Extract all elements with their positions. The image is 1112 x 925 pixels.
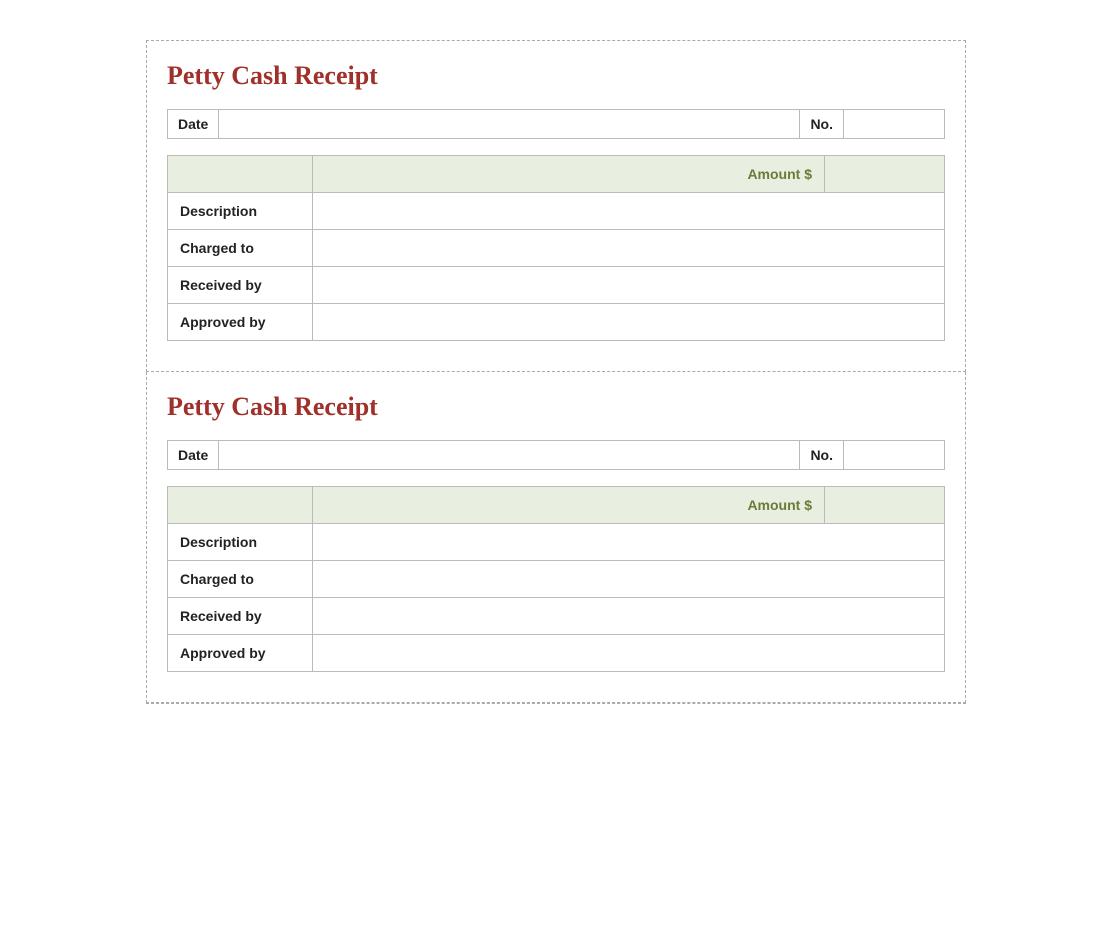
receipt-2-title: Petty Cash Receipt — [167, 392, 945, 422]
receipt-2-row-received: Received by — [168, 598, 945, 635]
receipt-1-date-row: Date No. — [167, 109, 945, 139]
receipt-2-approved-label: Approved by — [168, 635, 313, 672]
receipt-1-no-input[interactable] — [844, 111, 944, 138]
receipt-2-date-row: Date No. — [167, 440, 945, 470]
receipt-2-amount-header: Amount $ — [313, 487, 825, 524]
receipt-2-charged-label: Charged to — [168, 561, 313, 598]
receipt-2-description-label: Description — [168, 524, 313, 561]
receipt-1-row-description: Description — [168, 193, 945, 230]
receipt-1-approved-label: Approved by — [168, 304, 313, 341]
receipt-2-no-label: No. — [799, 441, 844, 469]
receipt-1-date-input[interactable] — [219, 111, 799, 138]
page-container: Petty Cash Receipt Date No. Amount $ Des… — [20, 20, 1092, 905]
receipt-1: Petty Cash Receipt Date No. Amount $ Des… — [146, 40, 966, 372]
receipt-1-approved-value — [313, 304, 945, 341]
receipt-1-description-label: Description — [168, 193, 313, 230]
receipt-2-date-label: Date — [168, 441, 219, 469]
receipt-1-received-value — [313, 267, 945, 304]
receipt-1-description-value — [313, 193, 945, 230]
receipt-1-date-label: Date — [168, 110, 219, 138]
receipt-2-description-value — [313, 524, 945, 561]
receipt-1-row-charged: Charged to — [168, 230, 945, 267]
receipt-1-amount-header: Amount $ — [313, 156, 825, 193]
receipt-1-row-approved: Approved by — [168, 304, 945, 341]
receipt-1-charged-value — [313, 230, 945, 267]
receipt-2-received-value — [313, 598, 945, 635]
receipt-1-charged-label: Charged to — [168, 230, 313, 267]
receipt-2-row-charged: Charged to — [168, 561, 945, 598]
receipt-1-header-left — [168, 156, 313, 193]
receipt-1-title: Petty Cash Receipt — [167, 61, 945, 91]
receipt-1-received-label: Received by — [168, 267, 313, 304]
bottom-divider — [146, 703, 966, 704]
receipt-2-received-label: Received by — [168, 598, 313, 635]
receipt-1-table: Amount $ Description Charged to Received… — [167, 155, 945, 341]
receipt-2-charged-value — [313, 561, 945, 598]
receipt-1-header-right — [825, 156, 945, 193]
receipt-2-row-approved: Approved by — [168, 635, 945, 672]
receipt-2-table: Amount $ Description Charged to Received… — [167, 486, 945, 672]
receipt-2-approved-value — [313, 635, 945, 672]
receipt-1-row-received: Received by — [168, 267, 945, 304]
receipt-2-header-left — [168, 487, 313, 524]
receipt-2: Petty Cash Receipt Date No. Amount $ Des… — [146, 372, 966, 703]
receipt-1-no-label: No. — [799, 110, 844, 138]
receipt-2-no-input[interactable] — [844, 442, 944, 469]
receipt-2-row-description: Description — [168, 524, 945, 561]
receipt-2-date-input[interactable] — [219, 442, 799, 469]
receipt-2-header-right — [825, 487, 945, 524]
